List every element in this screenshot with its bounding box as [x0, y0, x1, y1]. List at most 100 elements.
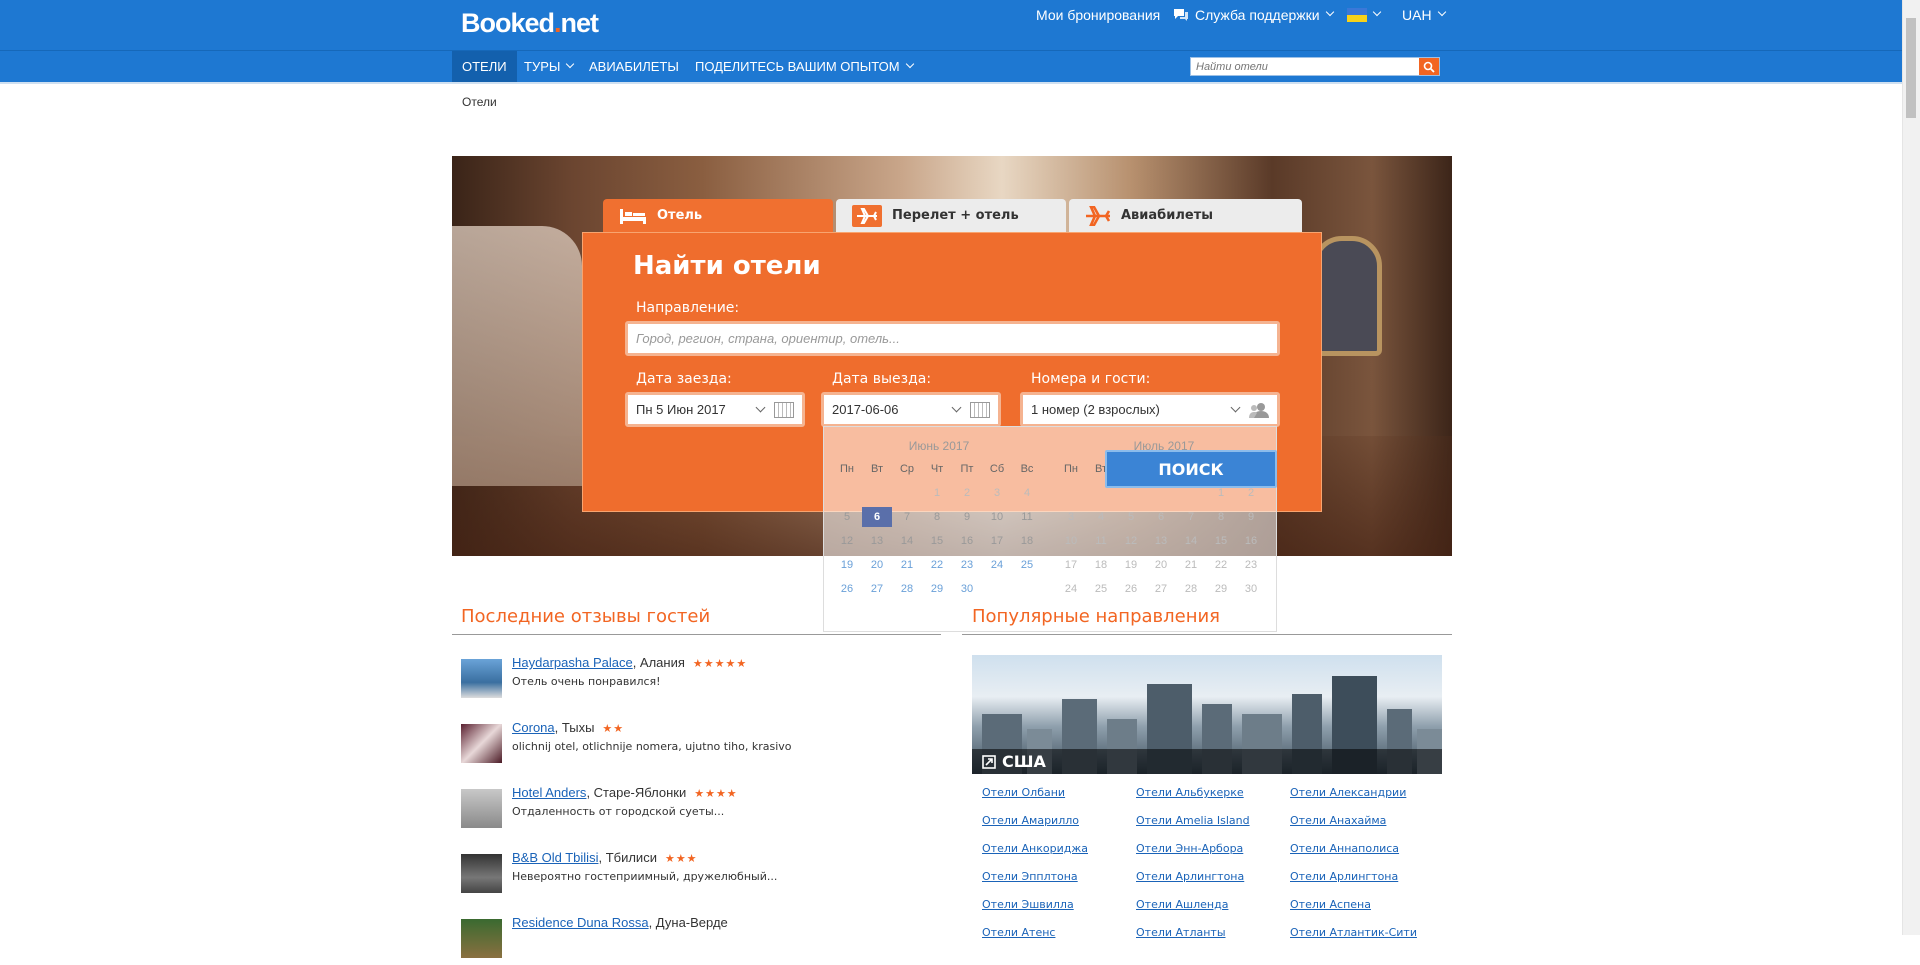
calendar-day[interactable]: 10 [982, 507, 1012, 527]
calendar-day[interactable]: 6 [862, 507, 892, 527]
nav-share[interactable]: ПОДЕЛИТЕСЬ ВАШИМ ОПЫТОМ [685, 51, 923, 82]
calendar-day[interactable]: 17 [982, 531, 1012, 551]
calendar-day[interactable]: 24 [982, 555, 1012, 575]
calendar-day[interactable]: 21 [1176, 555, 1206, 575]
city-link[interactable]: Отели Ашленда [1136, 898, 1290, 915]
nav-tours[interactable]: ТУРЫ [514, 51, 583, 82]
calendar-day[interactable]: 1 [922, 483, 952, 503]
city-link[interactable]: Отели Аспена [1290, 898, 1442, 915]
calendar-day[interactable]: 7 [892, 507, 922, 527]
hotel-thumbnail[interactable] [461, 789, 502, 828]
nav-flights[interactable]: АВИАБИЛЕТЫ [579, 51, 689, 82]
city-link[interactable]: Отели Энн-Арбора [1136, 842, 1290, 859]
calendar-day[interactable]: 23 [1236, 555, 1266, 575]
destination-image-usa[interactable]: США [972, 655, 1442, 774]
calendar-day[interactable]: 22 [922, 555, 952, 575]
calendar-day[interactable]: 26 [1116, 579, 1146, 599]
calendar-day[interactable]: 13 [862, 531, 892, 551]
calendar-day[interactable]: 7 [1176, 507, 1206, 527]
hotel-link[interactable]: Haydarpasha Palace [512, 655, 633, 670]
city-link[interactable]: Отели Amelia Island [1136, 814, 1290, 831]
calendar-day[interactable]: 25 [1086, 579, 1116, 599]
search-button[interactable] [1419, 58, 1439, 75]
tab-hotel[interactable]: Отель [603, 199, 833, 232]
calendar-day[interactable]: 13 [1146, 531, 1176, 551]
hotel-link[interactable]: B&B Old Tbilisi [512, 850, 598, 865]
calendar-day[interactable]: 12 [832, 531, 862, 551]
calendar-day[interactable]: 18 [1086, 555, 1116, 575]
calendar-day[interactable]: 17 [1056, 555, 1086, 575]
calendar-day[interactable]: 8 [922, 507, 952, 527]
calendar-day[interactable]: 2 [952, 483, 982, 503]
calendar-day[interactable]: 16 [952, 531, 982, 551]
calendar-day[interactable]: 30 [1236, 579, 1266, 599]
calendar-day[interactable]: 4 [1012, 483, 1042, 503]
calendar-icon[interactable] [970, 401, 990, 418]
calendar-day[interactable]: 29 [922, 579, 952, 599]
city-link[interactable]: Отели Эпплтона [982, 870, 1136, 887]
checkin-field[interactable]: Пн 5 Июн 2017 [625, 392, 805, 427]
calendar-day[interactable]: 20 [862, 555, 892, 575]
calendar-icon[interactable] [774, 401, 794, 418]
breadcrumb-item[interactable]: Отели [462, 95, 497, 109]
calendar-day[interactable]: 15 [922, 531, 952, 551]
calendar-day[interactable]: 21 [892, 555, 922, 575]
tab-flight-hotel[interactable]: Перелет + отель [836, 199, 1066, 232]
calendar-day[interactable]: 5 [832, 507, 862, 527]
calendar-day[interactable]: 12 [1116, 531, 1146, 551]
calendar-day[interactable]: 3 [1056, 507, 1086, 527]
calendar-day[interactable]: 15 [1206, 531, 1236, 551]
city-link[interactable]: Отели Олбани [982, 786, 1136, 803]
calendar-day[interactable]: 14 [1176, 531, 1206, 551]
calendar-day[interactable]: 8 [1206, 507, 1236, 527]
language-selector[interactable] [1347, 0, 1382, 30]
rooms-guests-field[interactable]: 1 номер (2 взрослых) [1020, 392, 1280, 427]
calendar-day[interactable]: 6 [1146, 507, 1176, 527]
calendar-day[interactable]: 28 [892, 579, 922, 599]
city-link[interactable]: Отели Александрии [1290, 786, 1442, 803]
hotel-thumbnail[interactable] [461, 659, 502, 698]
calendar-day[interactable]: 30 [952, 579, 982, 599]
calendar-day[interactable]: 9 [1236, 507, 1266, 527]
calendar-day[interactable]: 26 [832, 579, 862, 599]
hotel-thumbnail[interactable] [461, 724, 502, 763]
hotel-thumbnail[interactable] [461, 919, 502, 958]
city-link[interactable]: Отели Анахайма [1290, 814, 1442, 831]
checkout-field[interactable]: 2017-06-06 [821, 392, 1001, 427]
calendar-day[interactable]: 3 [982, 483, 1012, 503]
city-link[interactable]: Отели Аннаполиса [1290, 842, 1442, 859]
calendar-day[interactable]: 18 [1012, 531, 1042, 551]
my-bookings-link[interactable]: Мои бронирования [1036, 0, 1160, 30]
hotel-link[interactable]: Corona [512, 720, 555, 735]
hotel-thumbnail[interactable] [461, 854, 502, 893]
calendar-day[interactable]: 24 [1056, 579, 1086, 599]
calendar-day[interactable]: 29 [1206, 579, 1236, 599]
scrollbar-thumb[interactable] [1906, 18, 1916, 118]
calendar-day[interactable]: 25 [1012, 555, 1042, 575]
hotel-link[interactable]: Hotel Anders [512, 785, 586, 800]
search-submit-button[interactable]: ПОИСК [1105, 450, 1277, 488]
calendar-day[interactable]: 28 [1176, 579, 1206, 599]
city-link[interactable]: Отели Эшвилла [982, 898, 1136, 915]
currency-selector[interactable]: UAH [1402, 0, 1446, 30]
hotel-link[interactable]: Residence Duna Rossa [512, 915, 649, 930]
calendar-day[interactable]: 9 [952, 507, 982, 527]
city-link[interactable]: Отели Альбукерке [1136, 786, 1290, 803]
calendar-day[interactable]: 14 [892, 531, 922, 551]
calendar-day[interactable]: 19 [832, 555, 862, 575]
calendar-day[interactable]: 16 [1236, 531, 1266, 551]
calendar-day[interactable]: 5 [1116, 507, 1146, 527]
calendar-day[interactable]: 27 [862, 579, 892, 599]
city-link[interactable]: Отели Амарилло [982, 814, 1136, 831]
calendar-day[interactable]: 10 [1056, 531, 1086, 551]
calendar-day[interactable]: 4 [1086, 507, 1116, 527]
calendar-day[interactable]: 11 [1012, 507, 1042, 527]
city-link[interactable]: Отели Арлингтона [1290, 870, 1442, 887]
calendar-day[interactable]: 23 [952, 555, 982, 575]
city-link[interactable]: Отели Арлингтона [1136, 870, 1290, 887]
logo[interactable]: Booked.net [461, 8, 599, 39]
nav-hotels[interactable]: ОТЕЛИ [452, 51, 517, 82]
calendar-day[interactable]: 22 [1206, 555, 1236, 575]
calendar-day[interactable]: 20 [1146, 555, 1176, 575]
city-link[interactable]: Отели Анкориджа [982, 842, 1136, 859]
